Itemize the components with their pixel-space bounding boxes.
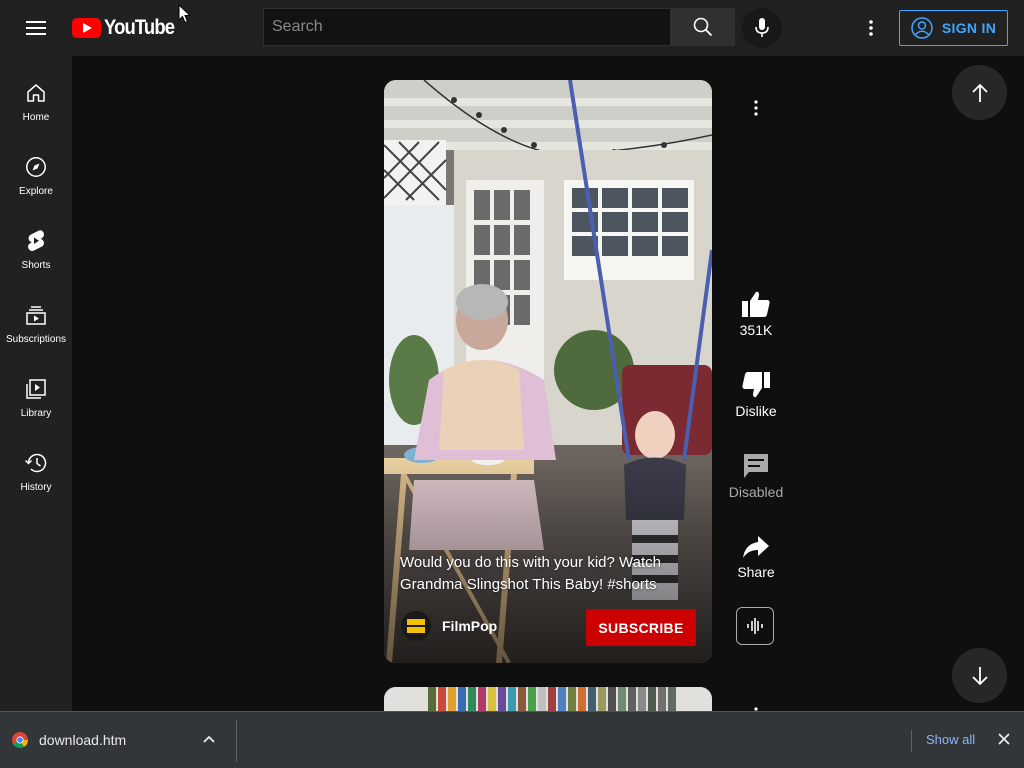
comments-disabled-label: Disabled — [728, 484, 784, 500]
sidebar-item-label: Subscriptions — [5, 334, 67, 345]
chevron-up-icon — [203, 735, 215, 743]
sidebar: Home Explore Shorts Subscriptions Librar… — [0, 56, 72, 711]
settings-more-button[interactable] — [856, 12, 886, 44]
download-item[interactable]: download.htm — [12, 720, 232, 760]
share-button[interactable]: Share — [724, 534, 788, 580]
download-bar: download.htm Show all — [0, 711, 1024, 768]
like-count: 351K — [739, 322, 773, 338]
sign-in-label: SIGN IN — [941, 20, 997, 36]
short-more-options-button[interactable] — [744, 94, 768, 122]
thumbs-down-icon — [742, 372, 770, 398]
dislike-label: Dislike — [735, 403, 777, 419]
sidebar-item-home[interactable]: Home — [0, 70, 72, 144]
search-icon — [693, 17, 713, 37]
arrow-down-icon — [971, 666, 988, 685]
close-download-bar-button[interactable] — [998, 732, 1010, 750]
microphone-icon — [755, 18, 769, 37]
like-button[interactable]: 351K — [724, 290, 788, 338]
close-icon — [998, 733, 1010, 745]
subscribe-button[interactable]: SUBSCRIBE — [586, 609, 696, 646]
comment-icon — [744, 454, 768, 478]
previous-short-button[interactable] — [952, 65, 1007, 120]
channel-avatar[interactable] — [401, 611, 431, 641]
sidebar-item-label: Shorts — [21, 260, 51, 271]
top-bar: YouTube SIGN IN — [0, 0, 1024, 56]
history-icon — [24, 453, 47, 473]
next-short-button[interactable] — [952, 648, 1007, 703]
comments-button[interactable]: Disabled — [724, 452, 788, 500]
sign-in-button[interactable]: SIGN IN — [899, 10, 1008, 46]
channel-name[interactable]: FilmPop — [442, 618, 497, 634]
thumbs-up-icon — [742, 291, 770, 317]
share-icon — [743, 536, 769, 558]
dislike-button[interactable]: Dislike — [724, 371, 788, 419]
menu-button[interactable] — [18, 10, 54, 46]
compass-icon — [26, 157, 46, 177]
sidebar-item-library[interactable]: Library — [0, 366, 72, 440]
arrow-up-icon — [971, 83, 988, 102]
sidebar-item-label: Library — [20, 408, 52, 419]
youtube-logo[interactable]: YouTube — [72, 16, 184, 40]
youtube-play-icon — [72, 18, 101, 38]
download-filename: download.htm — [39, 732, 127, 748]
share-label: Share — [737, 564, 775, 580]
sound-button[interactable] — [736, 607, 774, 645]
more-vertical-icon — [869, 20, 873, 36]
search-input[interactable] — [263, 8, 671, 46]
show-all-downloads-link[interactable]: Show all — [926, 732, 975, 747]
divider — [911, 730, 912, 752]
home-icon — [27, 84, 45, 102]
search-button[interactable] — [671, 8, 735, 46]
divider — [236, 720, 237, 762]
sidebar-item-subscriptions[interactable]: Subscriptions — [0, 292, 72, 366]
shorts-icon — [28, 230, 44, 251]
cursor-arrow-icon — [178, 3, 192, 24]
sidebar-item-history[interactable]: History — [0, 440, 72, 514]
sidebar-item-label: Home — [22, 112, 50, 123]
short-title[interactable]: Would you do this with your kid? Watch G… — [400, 552, 696, 596]
sidebar-item-shorts[interactable]: Shorts — [0, 218, 72, 292]
mouse-cursor — [178, 3, 192, 29]
more-vertical-icon — [754, 100, 758, 116]
sidebar-item-label: History — [20, 482, 52, 493]
audio-waveform-icon — [747, 618, 763, 634]
voice-search-button[interactable] — [742, 8, 782, 48]
short-video-player[interactable]: Would you do this with your kid? Watch G… — [384, 80, 712, 663]
sidebar-item-label: Explore — [19, 186, 53, 197]
hamburger-icon — [26, 21, 46, 35]
logo-text: YouTube — [104, 16, 175, 39]
sidebar-item-explore[interactable]: Explore — [0, 144, 72, 218]
library-icon — [26, 379, 46, 399]
account-icon — [911, 17, 933, 39]
download-options-button[interactable] — [203, 730, 215, 748]
filmpop-logo-icon — [401, 611, 431, 641]
subscriptions-icon — [26, 306, 46, 325]
chrome-icon — [12, 732, 28, 748]
